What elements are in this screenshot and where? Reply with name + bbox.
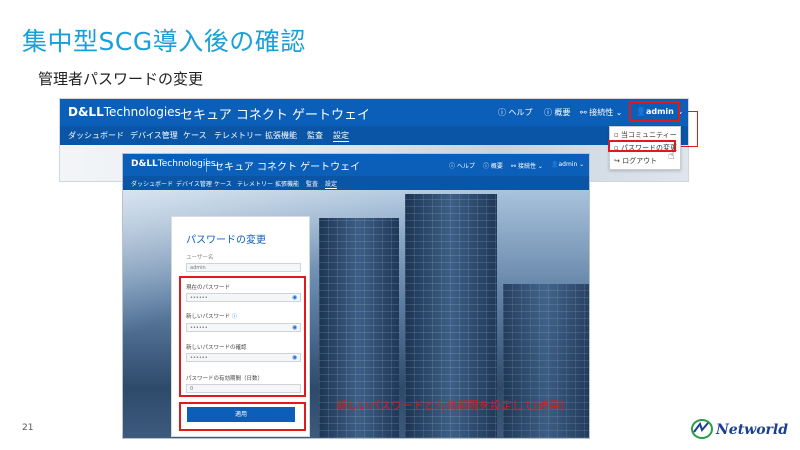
nav-device-management[interactable]: デバイス管理	[176, 179, 212, 188]
dell-logo: D&LLTechnologies	[131, 159, 216, 169]
page-number: 21	[22, 423, 34, 433]
username-label: ユーザー名	[186, 255, 214, 261]
nav-extensions[interactable]: 拡張機能	[265, 130, 297, 141]
nav-cases[interactable]: ケース	[214, 179, 232, 188]
app-title: セキュア コネクト ゲートウェイ	[214, 162, 361, 173]
connector-line	[697, 111, 698, 147]
help-link[interactable]: ⓘ ヘルプ	[449, 161, 475, 170]
slide-title: 集中型SCG導入後の確認	[22, 27, 306, 56]
connector-line	[680, 111, 698, 112]
networld-logo-icon	[690, 418, 714, 440]
nav-settings[interactable]: 設定	[333, 130, 349, 142]
connectivity-icon: ⚯	[580, 108, 590, 117]
networld-logo-text: Networld	[716, 422, 789, 438]
help-link[interactable]: ⓘ ヘルプ	[498, 107, 533, 118]
logout-icon: ↪	[614, 157, 623, 165]
username-field: admin	[186, 263, 301, 272]
nav-cases[interactable]: ケース	[183, 130, 207, 141]
chevron-down-icon: ⌄	[613, 108, 623, 117]
nav-audit[interactable]: 監査	[306, 179, 318, 188]
info-icon: ⓘ	[483, 163, 491, 170]
community-icon: ▫	[614, 131, 621, 139]
nav-audit[interactable]: 監査	[307, 130, 323, 141]
help-icon: ⓘ	[449, 163, 457, 170]
building-image	[503, 284, 589, 438]
menu-item-community[interactable]: ▫ 当コミュニティー	[614, 130, 677, 140]
admin-highlight	[629, 101, 680, 122]
overview-link[interactable]: ⓘ 概要	[483, 161, 503, 170]
overview-link[interactable]: ⓘ 概要	[544, 107, 571, 118]
help-icon: ⓘ	[498, 108, 509, 117]
nav-dashboard[interactable]: ダッシュボード	[131, 179, 173, 188]
header-divider	[206, 158, 207, 172]
slide-subtitle: 管理者パスワードの変更	[38, 70, 204, 88]
connectivity-menu[interactable]: ⚯ 接続性 ⌄	[580, 107, 623, 118]
menu-item-logout[interactable]: ↪ ログアウト	[614, 156, 657, 166]
change-password-highlight	[608, 140, 676, 152]
dell-logo: D&LLTechnologies	[68, 105, 181, 119]
instruction-note: 新しいパスワードと有効期限を設定して[適用]	[336, 399, 565, 412]
connectivity-menu[interactable]: ⚯ 接続性 ⌄	[511, 161, 543, 170]
nav-telemetry[interactable]: テレメトリー	[237, 179, 273, 188]
apply-highlight	[179, 402, 306, 431]
nav-telemetry[interactable]: テレメトリー	[214, 130, 262, 141]
nav-device-management[interactable]: デバイス管理	[130, 130, 178, 141]
info-icon: ⓘ	[544, 108, 555, 117]
form-title: パスワードの変更	[186, 235, 266, 246]
user-menu[interactable]: 👤admin ⌄	[551, 161, 584, 168]
chevron-down-icon: ⌄	[535, 163, 543, 170]
cursor-hand-icon: ☝	[668, 149, 675, 162]
connectivity-icon: ⚯	[511, 163, 518, 170]
nav-dashboard[interactable]: ダッシュボード	[68, 130, 124, 141]
nav-settings[interactable]: 設定	[325, 179, 338, 189]
chevron-down-icon: ⌄	[577, 161, 585, 168]
nav-extensions[interactable]: 拡張機能	[275, 179, 299, 188]
app-title: セキュア コネクト ゲートウェイ	[180, 108, 371, 123]
fields-highlight	[179, 276, 306, 397]
